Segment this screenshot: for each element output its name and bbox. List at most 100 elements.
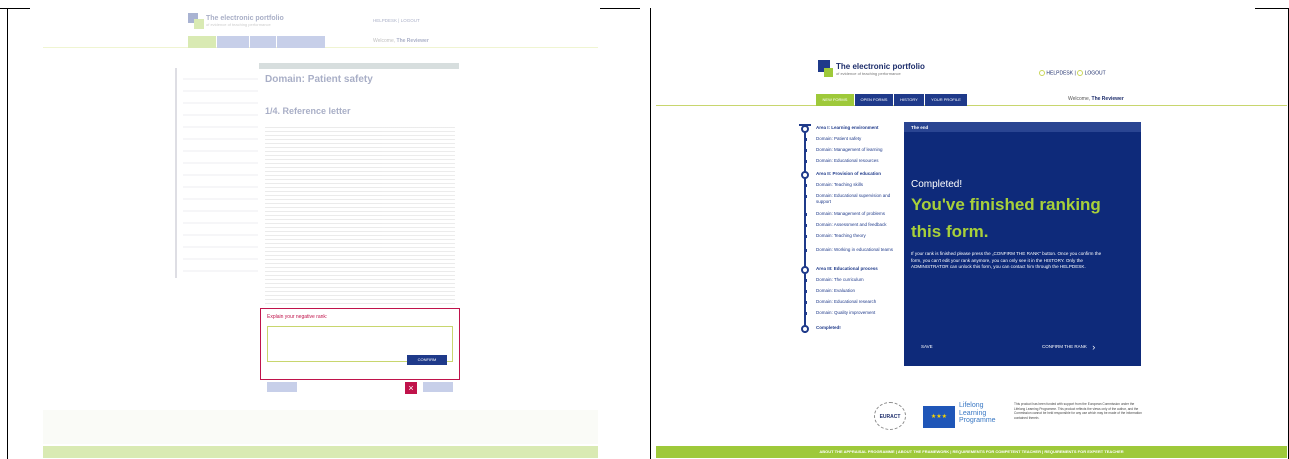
timeline-dot: [803, 290, 807, 293]
save-button[interactable]: SAVE: [921, 344, 933, 349]
timeline-dot: [803, 138, 807, 141]
left-footer-logos: [43, 410, 598, 444]
timeline-dot: [803, 249, 807, 252]
timeline-area-marker: [801, 266, 809, 274]
timeline-dot: [803, 195, 807, 198]
timeline-domain-item[interactable]: Domain: Educational research: [816, 299, 896, 305]
brand-subtitle: of evidence of teaching performance: [206, 22, 271, 27]
completed-label: Completed!: [911, 179, 963, 190]
screenshot-frame: The electronic portfolio of evidence of …: [0, 0, 1289, 459]
timeline-area-label: Area III: Educational process: [816, 266, 878, 271]
tab-new-forms[interactable]: [188, 36, 216, 48]
timeline-domain-item[interactable]: Domain: Educational supervision and supp…: [816, 193, 896, 204]
timeline-dot: [803, 301, 807, 304]
left-next-button[interactable]: [423, 382, 453, 392]
welcome-user: The Reviewer: [1091, 96, 1124, 102]
completion-box: The end Completed! You've finished ranki…: [904, 122, 1141, 366]
brand-title: The electronic portfolio: [206, 15, 284, 22]
confirm-rank-button[interactable]: CONFIRM THE RANK ›: [1042, 342, 1095, 352]
tab-history[interactable]: [250, 36, 276, 48]
close-button[interactable]: ×: [405, 382, 417, 394]
frame-top-mid: [600, 8, 640, 9]
helpdesk-link[interactable]: HELPDESK: [1046, 70, 1073, 76]
timeline-domain-item[interactable]: Domain: Teaching theory: [816, 233, 896, 239]
eu-flag-icon: ★★★: [923, 406, 955, 428]
euract-logo: EURACT: [874, 402, 906, 430]
headline-line-1: You've finished ranking: [911, 195, 1101, 214]
footer-disclaimer: This product has been funded with suppor…: [1014, 402, 1142, 420]
timeline-area-label: Area II: Provision of education: [816, 171, 882, 176]
timeline-dot: [803, 160, 807, 163]
logo-icon-accent: [194, 19, 204, 29]
timeline-domain-item[interactable]: Domain: Working in educational teams: [816, 247, 896, 253]
left-navbar: Welcome, The Reviewer: [43, 36, 598, 48]
tab-your-profile[interactable]: YOUR PROFILE: [925, 94, 967, 106]
section-title: 1/4. Reference letter: [265, 106, 351, 116]
left-sidebar-items: [183, 68, 258, 278]
welcome-prefix: Welcome,: [373, 38, 396, 44]
tab-open-forms[interactable]: [217, 36, 249, 48]
timeline-dot: [803, 279, 807, 282]
timeline-domain-item[interactable]: Domain: Educational resources: [816, 158, 896, 164]
timeline-area-marker: [801, 125, 809, 133]
right-screenshot: The electronic portfolio of evidence of …: [656, 10, 1287, 458]
frame-left-edge: [7, 8, 8, 459]
timeline-domain-item[interactable]: Domain: Assessment and feedback: [816, 222, 896, 228]
timeline-area-marker: [801, 325, 809, 333]
welcome-prefix: Welcome,: [1068, 96, 1091, 102]
logout-icon: [1077, 70, 1084, 76]
explain-dialog: Explain your negative rank: CONFIRM: [260, 308, 460, 380]
helpdesk-link[interactable]: HELPDESK: [373, 18, 397, 23]
brand-subtitle: of evidence of teaching performance: [836, 71, 901, 76]
right-header: The electronic portfolio of evidence of …: [656, 10, 1287, 86]
header-links: HELPDESK | LOGOUT: [373, 18, 420, 23]
logo-icon-accent: [824, 68, 833, 77]
lll-line-2: Learning: [959, 409, 987, 417]
welcome-user: The Reviewer: [396, 38, 429, 44]
frame-divider: [650, 8, 651, 459]
tab-open-forms[interactable]: OPEN FORMS: [855, 94, 893, 106]
welcome-text: Welcome, The Reviewer: [1068, 96, 1124, 102]
lll-line-1: Lifelong: [959, 402, 984, 409]
lll-logo-text: Lifelong Learning Programme: [959, 402, 996, 425]
tab-new-forms[interactable]: NEW FORMS: [816, 94, 854, 106]
left-footer-bar: [43, 446, 598, 458]
welcome-text: Welcome, The Reviewer: [373, 38, 429, 44]
left-content-text: [265, 124, 455, 304]
timeline-domain-item[interactable]: Domain: The curriculum: [816, 277, 896, 283]
tab-history[interactable]: HISTORY: [894, 94, 924, 106]
frame-top-right: [1255, 8, 1289, 9]
left-faded-content: The electronic portfolio of evidence of …: [43, 10, 598, 458]
timeline-domain-item[interactable]: Domain: Evaluation: [816, 288, 896, 294]
timeline-domain-item[interactable]: Domain: Teaching skills: [816, 182, 896, 188]
timeline-domain-item[interactable]: Domain: Management of learning: [816, 147, 896, 153]
link-separator: |: [398, 18, 400, 23]
timeline-dot: [803, 224, 807, 227]
tab-profile[interactable]: [277, 36, 325, 48]
timeline-domain-item[interactable]: Domain: Patient safety: [816, 136, 896, 142]
brand: The electronic portfolio of evidence of …: [206, 15, 284, 27]
timeline-dot: [803, 184, 807, 187]
header-links: HELPDESK | LOGOUT: [1039, 70, 1106, 76]
chevron-right-icon: ›: [1092, 342, 1096, 352]
timeline-dot: [803, 235, 807, 238]
box-body: If your rank is finished please press th…: [911, 251, 1102, 269]
domain-title: Domain: Patient safety: [265, 74, 373, 85]
helpdesk-icon: [1039, 70, 1045, 76]
footer-link-bar[interactable]: ABOUT THE APPRAISAL PROGRAMME | ABOUT TH…: [656, 446, 1287, 458]
brand-title: The electronic portfolio: [836, 62, 925, 71]
explain-label: Explain your negative rank:: [267, 314, 328, 320]
left-prev-button[interactable]: [267, 382, 297, 392]
left-content-header: [259, 63, 459, 69]
left-screenshot: The electronic portfolio of evidence of …: [43, 10, 598, 458]
timeline-domain-item[interactable]: Domain: Management of problems: [816, 211, 896, 217]
timeline-domain-item[interactable]: Domain: Quality improvement: [816, 310, 896, 316]
lll-line-3: Programme: [959, 417, 996, 424]
right-navbar: NEW FORMS OPEN FORMS HISTORY YOUR PROFIL…: [656, 94, 1287, 106]
confirm-rank-label: CONFIRM THE RANK: [1042, 344, 1087, 350]
confirm-button[interactable]: CONFIRM: [407, 355, 447, 365]
logout-link[interactable]: LOGOUT: [401, 18, 420, 23]
euract-text: EURACT: [879, 414, 901, 420]
logout-link[interactable]: LOGOUT: [1085, 70, 1106, 76]
footer-logos: EURACT ★★★ Lifelong Learning Programme T…: [656, 394, 1287, 446]
